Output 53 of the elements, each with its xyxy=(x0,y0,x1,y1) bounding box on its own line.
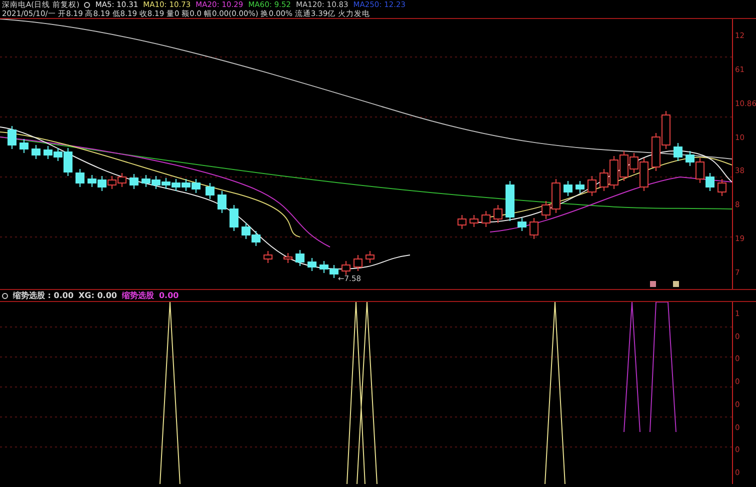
circle-icon[interactable] xyxy=(84,2,90,8)
candlestick xyxy=(706,172,714,192)
candlestick xyxy=(182,178,190,192)
candlestick xyxy=(506,180,514,222)
candlestick xyxy=(130,174,138,190)
candlestick xyxy=(264,250,272,264)
candlestick xyxy=(230,204,238,232)
marker-icon xyxy=(673,281,679,287)
candlestick xyxy=(284,252,292,264)
candlestick xyxy=(172,178,180,192)
candlestick xyxy=(20,138,28,154)
marker-icon xyxy=(650,281,656,287)
candlestick xyxy=(674,142,682,162)
candlestick xyxy=(76,168,84,188)
candlestick xyxy=(308,258,316,272)
indicator-value: XG: 0.00 xyxy=(78,291,117,300)
candlestick xyxy=(98,176,106,192)
candlestick xyxy=(354,254,362,272)
candlestick xyxy=(206,182,214,200)
candlestick xyxy=(218,190,226,214)
candlestick xyxy=(152,176,160,190)
candlestick xyxy=(118,172,126,188)
candlestick xyxy=(44,146,52,160)
candlestick xyxy=(32,144,40,160)
candlestick xyxy=(494,204,502,224)
candlestick xyxy=(564,180,572,196)
candlestick xyxy=(162,178,170,190)
candlestick xyxy=(662,110,670,150)
candlestick xyxy=(518,218,526,232)
candlestick xyxy=(242,222,250,240)
candlestick xyxy=(576,180,584,194)
candlestick xyxy=(366,250,374,264)
indicator-value: 0.00 xyxy=(158,291,179,300)
indicator-value: 缩势选股 xyxy=(122,290,154,301)
candlestick xyxy=(8,126,16,150)
candlestick xyxy=(192,178,200,194)
indicator-value: 缩势选股 : 0.00 xyxy=(13,290,74,301)
candlestick xyxy=(718,178,726,196)
candlestick xyxy=(482,210,490,228)
candlestick xyxy=(652,132,660,172)
candlestick xyxy=(342,260,350,276)
candlestick xyxy=(330,264,338,278)
candlestick xyxy=(88,174,96,188)
candlestick xyxy=(458,214,466,230)
candlestick xyxy=(530,218,538,240)
circle-icon[interactable] xyxy=(2,292,8,298)
candlestick xyxy=(470,214,478,228)
candlestick xyxy=(142,174,150,188)
candlestick xyxy=(296,250,304,266)
candlestick xyxy=(320,260,328,274)
candlestick xyxy=(588,176,596,196)
candlestick xyxy=(252,230,260,246)
candlestick xyxy=(108,176,116,190)
